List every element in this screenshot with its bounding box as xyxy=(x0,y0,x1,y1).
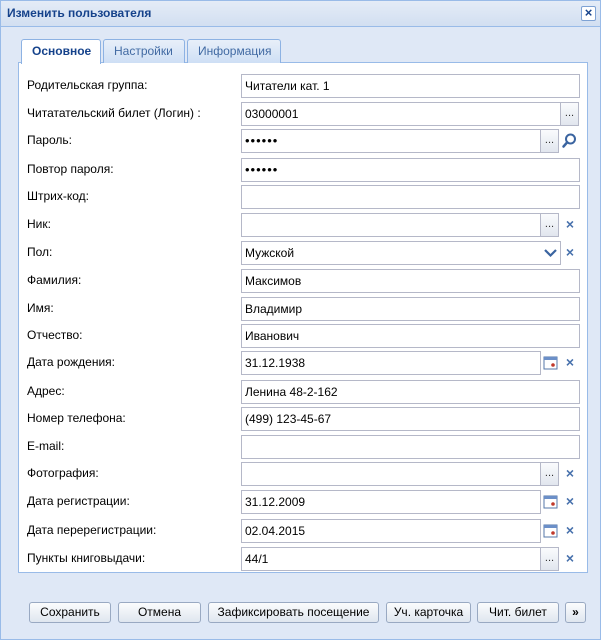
row-rereg-date: Дата перерегистрации: 02.04.2015 × xyxy=(19,519,589,543)
rereg-date-clear-icon[interactable]: × xyxy=(561,521,579,541)
tab-strip: Основное Настройки Информация xyxy=(18,38,588,64)
row-photo: Фотография: ... × xyxy=(19,462,589,486)
row-points: Пункты книговыдачи: 44/1 ... × xyxy=(19,547,589,571)
birthdate-label: Дата рождения: xyxy=(27,355,115,369)
row-parent-group: Родительская группа: Читатели кат. 1 xyxy=(19,74,589,98)
password-browse-button[interactable]: ... xyxy=(540,129,559,153)
row-password: Пароль: •••••• ... xyxy=(19,129,589,153)
calendar-icon[interactable] xyxy=(541,490,560,514)
barcode-field[interactable] xyxy=(241,185,580,209)
gender-select[interactable]: Мужской xyxy=(241,241,561,265)
row-barcode: Штрих-код: xyxy=(19,185,589,209)
row-address: Адрес: Ленина 48-2-162 xyxy=(19,380,589,404)
row-gender: Пол: Мужской × xyxy=(19,241,589,265)
points-clear-icon[interactable]: × xyxy=(561,549,579,569)
password-label: Пароль: xyxy=(27,133,72,147)
name-label: Имя: xyxy=(27,301,54,315)
row-nick: Ник: ... × xyxy=(19,213,589,237)
parent-group-field[interactable]: Читатели кат. 1 xyxy=(241,74,580,98)
close-icon[interactable]: × xyxy=(581,6,596,21)
tab-info[interactable]: Информация xyxy=(187,39,281,63)
birthdate-clear-icon[interactable]: × xyxy=(561,353,579,373)
surname-label: Фамилия: xyxy=(27,273,82,287)
nick-field[interactable] xyxy=(241,213,541,237)
photo-label: Фотография: xyxy=(27,466,99,480)
name-field[interactable]: Владимир xyxy=(241,297,580,321)
password-repeat-field[interactable]: •••••• xyxy=(241,158,580,182)
bottom-toolbar: Сохранить Отмена Зафиксировать посещение… xyxy=(1,593,600,631)
row-password-repeat: Повтор пароля: •••••• xyxy=(19,158,589,182)
row-reg-date: Дата регистрации: 31.12.2009 × xyxy=(19,490,589,514)
row-ticket: Читатательский билет (Логин) : 03000001 … xyxy=(19,102,589,126)
rereg-date-label: Дата перерегистрации: xyxy=(27,523,157,537)
password-repeat-label: Повтор пароля: xyxy=(27,162,114,176)
birthdate-field[interactable]: 31.12.1938 xyxy=(241,351,541,375)
register-visit-button[interactable]: Зафиксировать посещение xyxy=(208,602,379,623)
points-field[interactable]: 44/1 xyxy=(241,547,541,571)
tab-main[interactable]: Основное xyxy=(21,39,101,64)
record-card-button[interactable]: Уч. карточка xyxy=(386,602,471,623)
nick-clear-icon[interactable]: × xyxy=(561,215,579,235)
phone-field[interactable]: (499) 123-45-67 xyxy=(241,407,580,431)
ticket-field[interactable]: 03000001 xyxy=(241,102,561,126)
points-label: Пункты книговыдачи: xyxy=(27,551,146,565)
photo-clear-icon[interactable]: × xyxy=(561,464,579,484)
email-field[interactable] xyxy=(241,435,580,459)
ticket-label: Читатательский билет (Логин) : xyxy=(27,106,201,120)
reader-ticket-button[interactable]: Чит. билет xyxy=(477,602,559,623)
chevron-down-icon[interactable] xyxy=(541,243,560,263)
photo-browse-button[interactable]: ... xyxy=(540,462,559,486)
nick-browse-button[interactable]: ... xyxy=(540,213,559,237)
reg-date-label: Дата регистрации: xyxy=(27,494,130,508)
reg-date-clear-icon[interactable]: × xyxy=(561,492,579,512)
barcode-label: Штрих-код: xyxy=(27,189,89,203)
window-title: Изменить пользователя xyxy=(7,6,152,20)
row-email: E-mail: xyxy=(19,435,589,459)
window-titlebar[interactable]: Изменить пользователя × xyxy=(1,1,600,27)
search-icon[interactable] xyxy=(560,129,579,153)
row-surname: Фамилия: Максимов xyxy=(19,269,589,293)
surname-field[interactable]: Максимов xyxy=(241,269,580,293)
row-name: Имя: Владимир xyxy=(19,297,589,321)
gender-label: Пол: xyxy=(27,245,53,259)
gender-clear-icon[interactable]: × xyxy=(561,243,579,263)
row-birthdate: Дата рождения: 31.12.1938 × xyxy=(19,351,589,375)
email-label: E-mail: xyxy=(27,439,65,453)
parent-group-label: Родительская группа: xyxy=(27,78,148,92)
nick-label: Ник: xyxy=(27,217,51,231)
points-browse-button[interactable]: ... xyxy=(540,547,559,571)
photo-field[interactable] xyxy=(241,462,541,486)
save-button[interactable]: Сохранить xyxy=(29,602,111,623)
cancel-button[interactable]: Отмена xyxy=(118,602,201,623)
more-button[interactable]: » xyxy=(565,602,586,623)
calendar-icon[interactable] xyxy=(541,351,560,375)
password-field[interactable]: •••••• xyxy=(241,129,541,153)
tab-settings[interactable]: Настройки xyxy=(103,39,185,63)
rereg-date-field[interactable]: 02.04.2015 xyxy=(241,519,541,543)
row-patronymic: Отчество: Иванович xyxy=(19,324,589,348)
phone-label: Номер телефона: xyxy=(27,411,126,425)
edit-user-window: Изменить пользователя × Основное Настрой… xyxy=(0,0,601,640)
reg-date-field[interactable]: 31.12.2009 xyxy=(241,490,541,514)
patronymic-label: Отчество: xyxy=(27,328,83,342)
row-phone: Номер телефона: (499) 123-45-67 xyxy=(19,407,589,431)
address-field[interactable]: Ленина 48-2-162 xyxy=(241,380,580,404)
address-label: Адрес: xyxy=(27,384,65,398)
main-form-panel: Родительская группа: Читатели кат. 1 Чит… xyxy=(18,63,588,573)
ticket-browse-button[interactable]: ... xyxy=(560,102,579,126)
calendar-icon[interactable] xyxy=(541,519,560,543)
patronymic-field[interactable]: Иванович xyxy=(241,324,580,348)
